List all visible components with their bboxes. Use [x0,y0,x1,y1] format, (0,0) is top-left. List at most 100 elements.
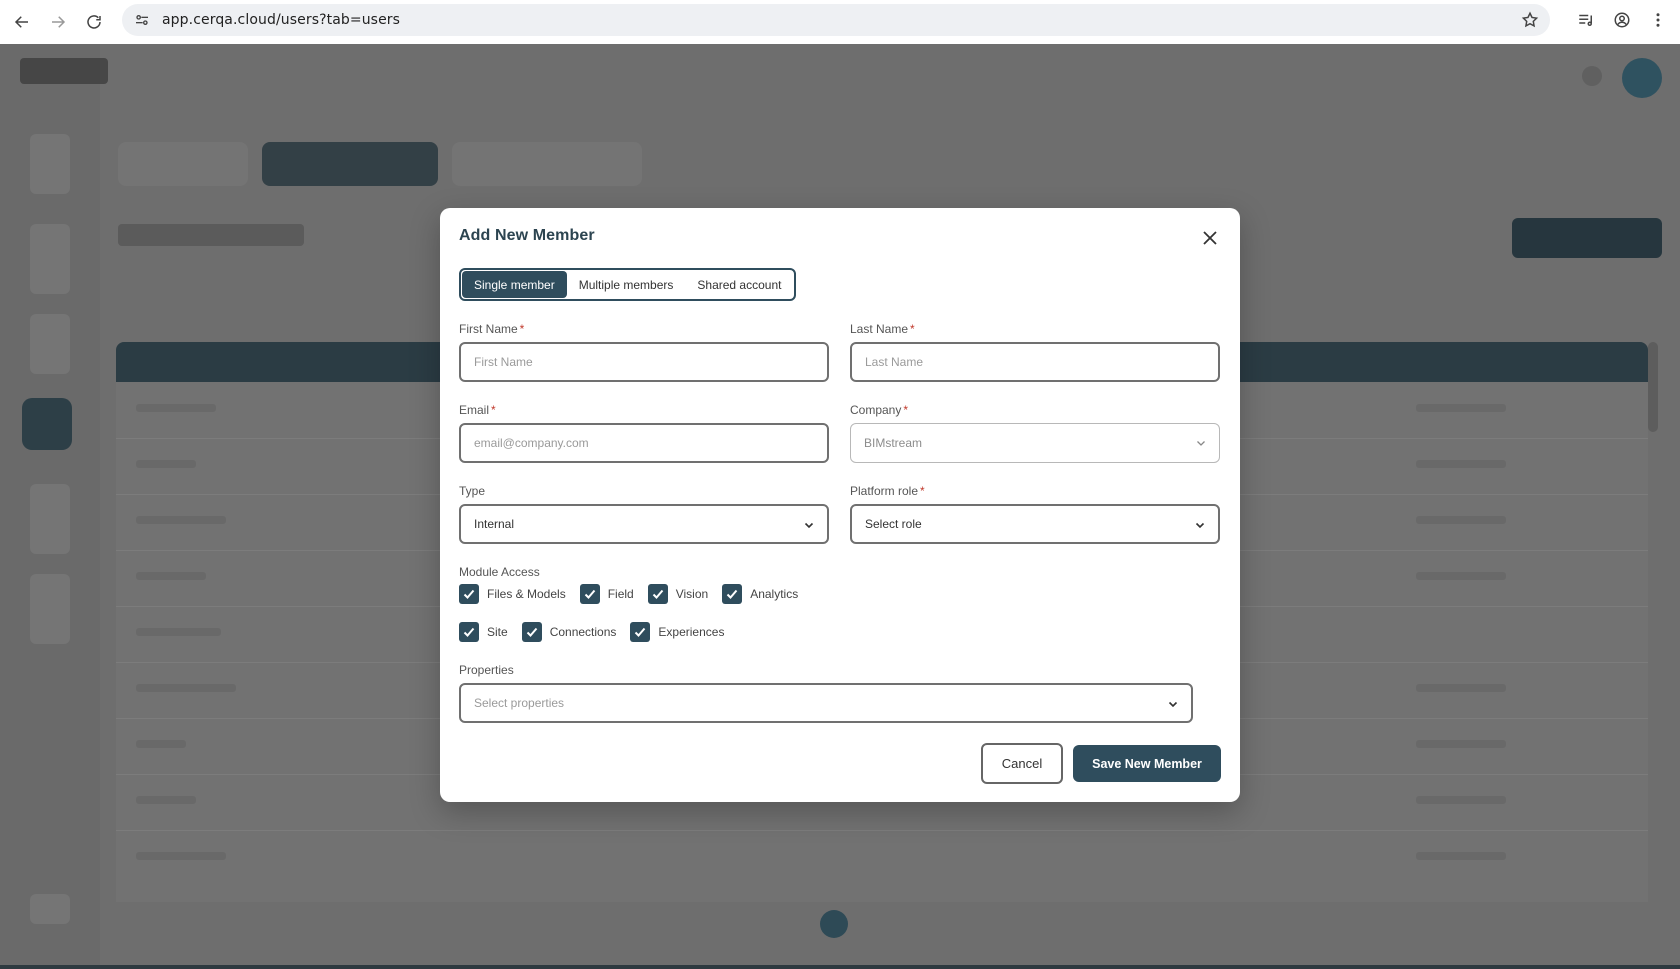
bg-add-button [1512,218,1662,258]
company-select[interactable]: BIMstream [850,423,1220,463]
bg-pagination [820,910,848,938]
url-text[interactable]: app.cerqa.cloud/users?tab=users [162,12,400,28]
first-name-input[interactable]: First Name [459,342,829,382]
checkbox-label: Analytics [750,587,799,601]
bg-cell [1416,740,1506,748]
last-name-label-text: Last Name [850,322,909,336]
bookmark-star-icon[interactable] [1518,8,1542,32]
checkbox-label: Field [607,587,634,601]
profile-icon[interactable] [1606,4,1638,36]
required-marker: * [519,322,525,336]
bg-cell [136,404,216,412]
required-marker: * [910,322,915,336]
checkbox-checked-icon [647,584,668,604]
last-name-input[interactable]: Last Name [850,342,1220,382]
platform-role-label: Platform role * [850,484,925,498]
platform-role-label-text: Platform role [850,484,919,498]
type-select[interactable]: Internal [459,504,829,544]
media-controls-icon[interactable] [1570,4,1602,36]
bg-cell [136,796,196,804]
forward-icon[interactable] [40,4,76,40]
table-row [116,830,1648,831]
checkbox-checked-icon [459,622,479,642]
bg-cell [1416,572,1506,580]
checkbox-label: Connections [549,625,617,639]
chevron-down-icon [1195,522,1205,529]
chevron-down-icon [1197,441,1205,446]
checkbox-checked-icon [630,622,651,642]
site-info-icon[interactable] [126,4,158,36]
member-type-tabs: Single member Multiple members Shared ac… [459,268,797,301]
bg-cell [1416,796,1506,804]
checkbox-checked-icon [521,622,542,642]
checkbox-vision[interactable]: Vision [647,584,708,604]
checkbox-site[interactable]: Site [459,622,508,642]
bg-cell [136,460,196,468]
module-access-label: Module Access [459,565,540,579]
sidebar-item [30,894,70,924]
reload-icon[interactable] [76,4,112,40]
bg-cell [1416,684,1506,692]
required-marker: * [903,403,909,417]
checkbox-connections[interactable]: Connections [521,622,617,642]
modal-title: Add New Member [459,227,595,244]
checkbox-label: Files & Models [487,587,566,601]
save-new-member-button[interactable]: Save New Member [1073,745,1221,782]
company-label-text: Company [850,403,902,417]
back-icon[interactable] [4,4,40,40]
checkbox-label: Experiences [658,625,725,639]
properties-placeholder: Select properties [474,696,565,710]
company-label: Company * [850,403,908,417]
checkbox-checked-icon [579,584,600,604]
type-label: Type [459,484,485,498]
bg-cell [136,572,206,580]
sidebar-item [30,484,70,554]
avatar [1622,58,1662,98]
checkbox-field[interactable]: Field [579,584,634,604]
checkbox-checked-icon [722,584,743,604]
platform-role-value: Select role [865,517,922,531]
tab-single-member[interactable]: Single member [462,271,567,298]
module-access-row-2: Site Connections Experiences [459,622,738,642]
email-placeholder: email@company.com [474,436,589,450]
bg-tab [118,142,248,186]
properties-label: Properties [459,663,514,677]
bg-cell [136,516,226,524]
notification-icon [1582,66,1602,86]
logo [20,58,108,84]
bg-cell [136,628,221,636]
email-field[interactable]: email@company.com [459,423,829,463]
first-name-label-text: First Name [459,322,518,336]
bg-tab [452,142,642,186]
email-label-text: Email [459,403,490,417]
required-marker: * [491,403,496,417]
address-bar[interactable]: app.cerqa.cloud/users?tab=users [122,4,1550,36]
browser-toolbar: app.cerqa.cloud/users?tab=users [0,0,1680,44]
bg-page-title [118,224,304,246]
chevron-down-icon [804,522,814,529]
sidebar-item-active [22,398,72,450]
bottom-strip [0,965,1680,969]
bg-cell [1416,852,1506,860]
last-name-placeholder: Last Name [865,355,924,369]
bg-cell [136,684,236,692]
bg-cell [136,740,186,748]
checkbox-label: Site [487,625,508,639]
required-marker: * [920,484,925,498]
platform-role-select[interactable]: Select role [850,504,1220,544]
tab-shared-account[interactable]: Shared account [685,271,793,298]
close-icon[interactable] [1200,228,1220,248]
checkbox-analytics[interactable]: Analytics [722,584,798,604]
first-name-label: First Name * [459,322,524,336]
checkbox-experiences[interactable]: Experiences [630,622,724,642]
sidebar-item [30,224,70,294]
browser-menu-icon[interactable] [1642,4,1674,36]
sidebar-item [30,314,70,374]
cancel-button[interactable]: Cancel [981,743,1063,784]
tab-multiple-members[interactable]: Multiple members [567,271,686,298]
company-value: BIMstream [864,436,923,450]
checkbox-files-models[interactable]: Files & Models [459,584,566,604]
bg-cell [1416,516,1506,524]
properties-select[interactable]: Select properties [459,683,1193,723]
checkbox-checked-icon [459,584,479,604]
